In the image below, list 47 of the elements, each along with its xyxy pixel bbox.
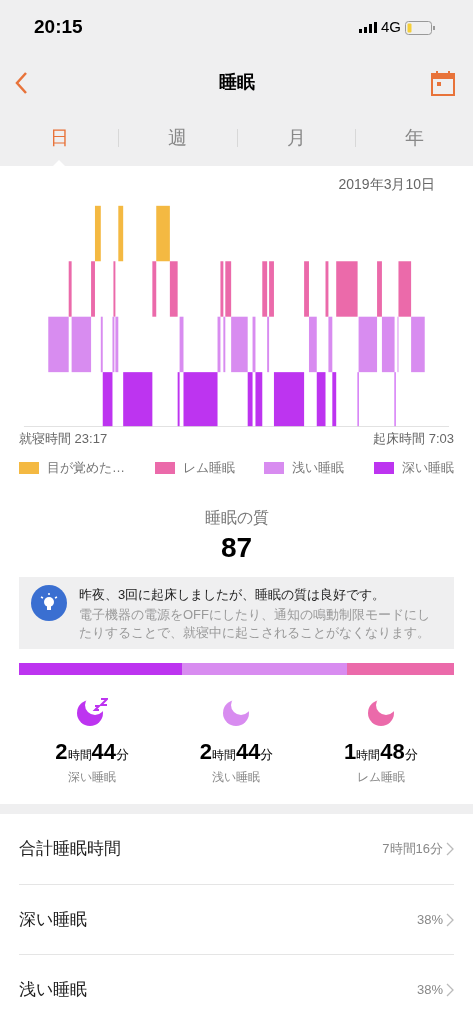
network-label: 4G	[381, 17, 401, 38]
legend-label: 目が覚めた…	[47, 459, 125, 478]
legend-label: レム睡眠	[182, 459, 235, 478]
sleep-segment	[411, 316, 425, 373]
summary-row[interactable]: 深い睡眠 38%	[19, 884, 454, 954]
date-label: 2019年3月10日	[338, 175, 435, 194]
sleep-segment	[123, 372, 153, 427]
chevron-icon	[446, 912, 454, 927]
row-value: 38%	[416, 980, 443, 999]
row-value: 38%	[416, 910, 443, 929]
row-label: 合計睡眠時間	[19, 838, 121, 861]
sleep-segment	[273, 372, 305, 427]
sleep-segment	[316, 372, 326, 427]
stage-duration: 2時間44分	[199, 738, 274, 767]
summary-row[interactable]: 合計睡眠時間 7時間16分	[19, 814, 454, 884]
legend-label: 深い睡眠	[401, 459, 454, 478]
battery-icon	[405, 20, 435, 35]
sleep-segment	[118, 205, 124, 262]
back-icon	[14, 70, 28, 95]
row-label: 深い睡眠	[19, 908, 87, 931]
legend-label: 浅い睡眠	[292, 459, 345, 478]
calendar-icon	[431, 69, 455, 96]
summary-row[interactable]: 浅い睡眠 38%	[19, 954, 454, 1024]
row-label: 浅い睡眠	[19, 978, 87, 1001]
period-tab[interactable]: 月	[237, 110, 355, 166]
chevron-icon	[446, 982, 454, 997]
quality-score: 87	[220, 530, 253, 565]
tip-title: 昨夜、3回に起床しましたが、睡眠の質は良好です。	[79, 585, 387, 604]
tip-body: 電子機器の電源をOFFにしたり、通知の鳴動制限モードにしたりすることで、就寝中に起こされることがなくなります。	[79, 605, 431, 642]
signal-icon	[359, 22, 377, 33]
stage-label: レム睡眠	[356, 769, 405, 787]
period-tab[interactable]: 年	[355, 110, 473, 166]
stage-duration: 2時間44分	[55, 738, 130, 767]
period-tab[interactable]: 日	[0, 110, 119, 166]
stage-label: 深い睡眠	[68, 769, 117, 787]
period-tab[interactable]: 週	[119, 110, 237, 166]
status-time: 20:15	[34, 15, 83, 40]
stage-label: 浅い睡眠	[212, 769, 261, 787]
wake-time-label: 起床時間 7:03	[373, 429, 454, 448]
chevron-icon	[446, 842, 454, 856]
sleep-segment	[336, 261, 358, 317]
page-title: 睡眠	[218, 71, 255, 94]
stage-duration: 1時間48分	[343, 738, 418, 767]
quality-label: 睡眠の質	[204, 507, 269, 528]
lightbulb-icon	[31, 584, 67, 621]
bedtime-label: 就寝時間 23:17	[19, 429, 108, 448]
row-value: 7時間16分	[382, 840, 443, 859]
